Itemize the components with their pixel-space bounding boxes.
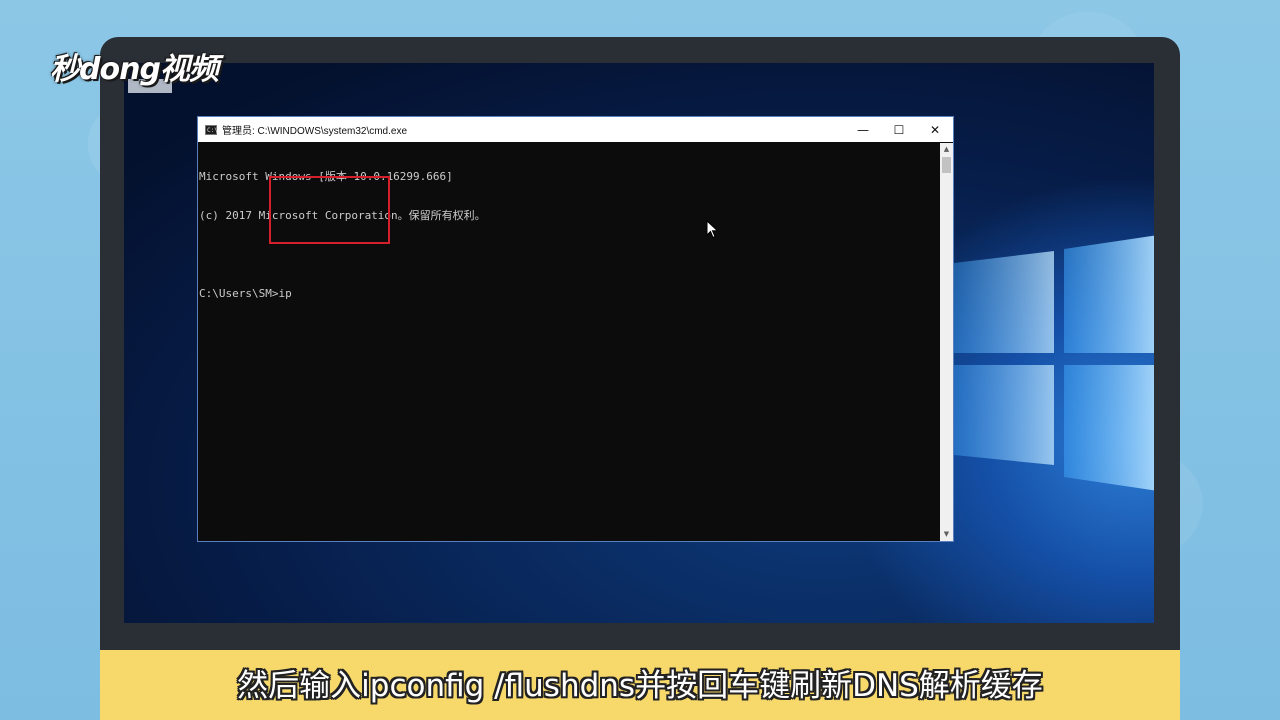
highlight-box: [269, 176, 390, 244]
windows-logo-icon: [954, 235, 1154, 491]
vertical-scrollbar[interactable]: ▲ ▼: [940, 143, 953, 541]
subtitle-text: 然后输入ipconfig /flushdns并按回车键刷新DNS解析缓存: [237, 668, 1043, 704]
mouse-cursor-icon: [706, 220, 719, 239]
maximize-button[interactable]: ☐: [881, 117, 917, 142]
scroll-down-arrow-icon[interactable]: ▼: [940, 528, 953, 541]
close-button[interactable]: ✕: [917, 117, 953, 142]
cmd-icon: C:\: [205, 124, 218, 135]
minimize-button[interactable]: —: [845, 117, 881, 142]
window-title: 管理员: C:\WINDOWS\system32\cmd.exe: [222, 126, 408, 137]
scroll-up-arrow-icon[interactable]: ▲: [940, 143, 953, 156]
title-bar[interactable]: C:\ 管理员: C:\WINDOWS\system32\cmd.exe — ☐…: [198, 117, 953, 142]
subtitle-bar: 然后输入ipconfig /flushdns并按回车键刷新DNS解析缓存: [100, 650, 1180, 720]
scroll-thumb[interactable]: [942, 157, 951, 173]
watermark-logo: 秒dong视频: [50, 52, 219, 87]
command-prompt-line[interactable]: C:\Users\SM>ip: [199, 287, 939, 300]
